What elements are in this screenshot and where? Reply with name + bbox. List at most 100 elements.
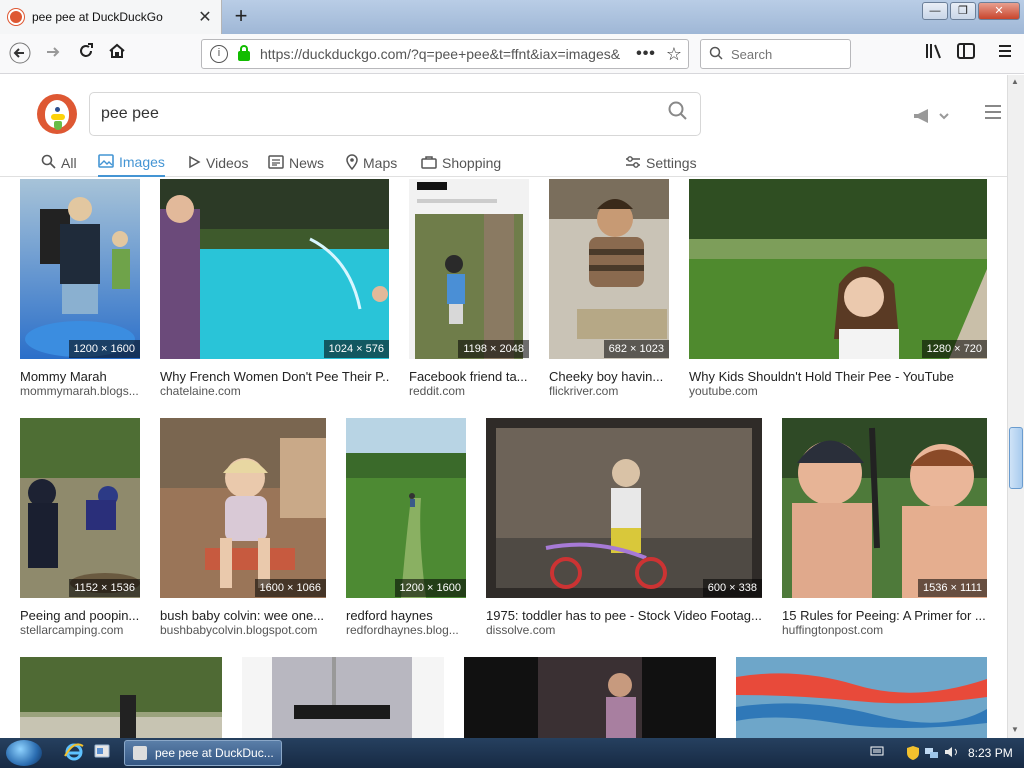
system-clock[interactable]: 8:23 PM	[968, 746, 1013, 760]
ddg-search-box[interactable]: pee pee	[89, 92, 701, 136]
taskbar-firefox-window[interactable]: pee pee at DuckDuc...	[124, 740, 282, 766]
image-thumbnail[interactable]	[160, 179, 389, 359]
image-thumbnail[interactable]	[20, 657, 222, 738]
image-result[interactable]: 1200 × 1600 redford haynes redfordhaynes…	[346, 418, 466, 637]
new-tab-button[interactable]: +	[228, 4, 254, 30]
image-thumbnail[interactable]	[464, 657, 716, 738]
tab-videos[interactable]: Videos	[187, 149, 249, 177]
tab-shopping[interactable]: Shopping	[421, 149, 501, 177]
result-title[interactable]: Facebook friend ta...	[409, 369, 529, 384]
result-title[interactable]: Peeing and poopin...	[20, 608, 140, 623]
image-thumbnail[interactable]	[689, 179, 987, 359]
image-thumbnail[interactable]	[409, 179, 529, 359]
file-explorer-icon[interactable]	[90, 742, 114, 764]
image-dimensions: 1280 × 720	[921, 340, 987, 358]
image-icon	[98, 153, 114, 171]
image-dimensions: 1198 × 2048	[458, 340, 529, 358]
tab-maps[interactable]: Maps	[346, 149, 397, 177]
image-result[interactable]	[20, 657, 222, 738]
image-thumbnail[interactable]	[20, 418, 140, 598]
result-title[interactable]: Cheeky boy havin...	[549, 369, 669, 384]
ddg-menu-icon[interactable]	[985, 105, 1001, 123]
scroll-up-icon[interactable]: ▲	[1011, 77, 1019, 86]
library-icon[interactable]	[923, 43, 945, 65]
reload-icon[interactable]	[74, 42, 98, 66]
maximize-button[interactable]: ❐	[950, 2, 976, 20]
result-source[interactable]: dissolve.com	[486, 623, 762, 637]
ddg-search-input[interactable]: pee pee	[90, 105, 656, 123]
image-thumbnail[interactable]	[160, 418, 326, 598]
page-actions-icon[interactable]: •••	[632, 45, 660, 63]
image-result[interactable]: 1600 × 1066 bush baby colvin: wee one...…	[160, 418, 326, 637]
result-title[interactable]: 1975: toddler has to pee - Stock Video F…	[486, 608, 762, 623]
result-title[interactable]: 15 Rules for Peeing: A Primer for ...	[782, 608, 987, 623]
url-bar[interactable]: i https://duckduckgo.com/?q=pee+pee&t=ff…	[201, 39, 689, 69]
image-result[interactable]: 682 × 1023 Cheeky boy havin... flickrive…	[549, 179, 669, 398]
network-icon[interactable]	[924, 745, 940, 762]
image-thumbnail[interactable]	[782, 418, 987, 598]
start-button[interactable]	[6, 740, 42, 766]
result-title[interactable]: redford haynes	[346, 608, 466, 623]
image-thumbnail[interactable]	[549, 179, 669, 359]
result-source[interactable]: bushbabycolvin.blogspot.com	[160, 623, 326, 637]
result-title[interactable]: Mommy Marah	[20, 369, 140, 384]
image-thumbnail[interactable]	[736, 657, 987, 738]
result-title[interactable]: bush baby colvin: wee one...	[160, 608, 326, 623]
result-source[interactable]: huffingtonpost.com	[782, 623, 987, 637]
scrollbar-thumb[interactable]	[1009, 427, 1023, 489]
map-pin-icon	[346, 153, 358, 173]
image-result[interactable]: 1536 × 1111 15 Rules for Peeing: A Prime…	[782, 418, 987, 637]
sidebar-icon[interactable]	[955, 43, 977, 65]
result-source[interactable]: redfordhaynes.blog...	[346, 623, 466, 637]
browser-search-box[interactable]	[700, 39, 851, 69]
result-source[interactable]: mommymarah.blogs...	[20, 384, 140, 398]
scroll-down-icon[interactable]: ▼	[1011, 725, 1019, 734]
image-thumbnail[interactable]	[20, 179, 140, 359]
forward-icon[interactable]	[41, 42, 65, 66]
image-thumbnail[interactable]	[346, 418, 466, 598]
tab-settings[interactable]: Settings	[625, 149, 697, 177]
duckduckgo-logo-icon[interactable]	[37, 94, 77, 134]
result-source[interactable]: flickriver.com	[549, 384, 669, 398]
result-title[interactable]: Why French Women Don't Pee Their P...	[160, 369, 389, 384]
back-icon[interactable]	[8, 42, 32, 66]
tab-all[interactable]: All	[41, 149, 77, 177]
image-result[interactable]: 1152 × 1536 Peeing and poopin... stellar…	[20, 418, 140, 637]
url-text[interactable]: https://duckduckgo.com/?q=pee+pee&t=ffnt…	[260, 46, 632, 62]
tab-news[interactable]: News	[268, 149, 324, 177]
browser-tab[interactable]: pee pee at DuckDuckGo ✕	[0, 0, 222, 34]
keyboard-icon[interactable]	[870, 745, 884, 760]
security-shield-icon[interactable]	[906, 745, 920, 764]
result-source[interactable]: reddit.com	[409, 384, 529, 398]
browser-search-input[interactable]	[731, 46, 841, 62]
image-result[interactable]: 1198 × 2048 Facebook friend ta... reddit…	[409, 179, 529, 398]
internet-explorer-icon[interactable]	[62, 742, 86, 764]
image-dimensions: 1200 × 1600	[394, 579, 466, 597]
site-info-icon[interactable]: i	[210, 45, 228, 63]
image-result[interactable]: 1200 × 1600 Mommy Marah mommymarah.blogs…	[20, 179, 140, 398]
sliders-icon	[625, 155, 641, 172]
minimize-button[interactable]: —	[922, 2, 948, 20]
bookmark-star-icon[interactable]: ☆	[660, 44, 688, 65]
result-source[interactable]: chatelaine.com	[160, 384, 389, 398]
menu-icon[interactable]	[994, 43, 1016, 65]
tab-images[interactable]: Images	[98, 149, 165, 177]
result-source[interactable]: youtube.com	[689, 384, 987, 398]
image-result[interactable]	[242, 657, 444, 738]
image-result[interactable]	[464, 657, 716, 738]
ddg-search-icon[interactable]	[656, 101, 700, 127]
page-scrollbar[interactable]: ▲ ▼	[1007, 75, 1024, 738]
megaphone-icon[interactable]	[912, 108, 950, 129]
image-result[interactable]: 1280 × 720 Why Kids Shouldn't Hold Their…	[689, 179, 987, 398]
image-thumbnail[interactable]	[242, 657, 444, 738]
image-result[interactable]	[736, 657, 987, 738]
volume-icon[interactable]	[944, 745, 960, 762]
image-result[interactable]: 600 × 338 1975: toddler has to pee - Sto…	[486, 418, 762, 637]
image-thumbnail[interactable]	[486, 418, 762, 598]
close-window-button[interactable]: ✕	[978, 2, 1020, 20]
image-result[interactable]: 1024 × 576 Why French Women Don't Pee Th…	[160, 179, 389, 398]
result-source[interactable]: stellarcamping.com	[20, 623, 140, 637]
home-icon[interactable]	[105, 42, 129, 66]
tab-close-icon[interactable]: ✕	[195, 7, 215, 27]
result-title[interactable]: Why Kids Shouldn't Hold Their Pee - YouT…	[689, 369, 987, 384]
